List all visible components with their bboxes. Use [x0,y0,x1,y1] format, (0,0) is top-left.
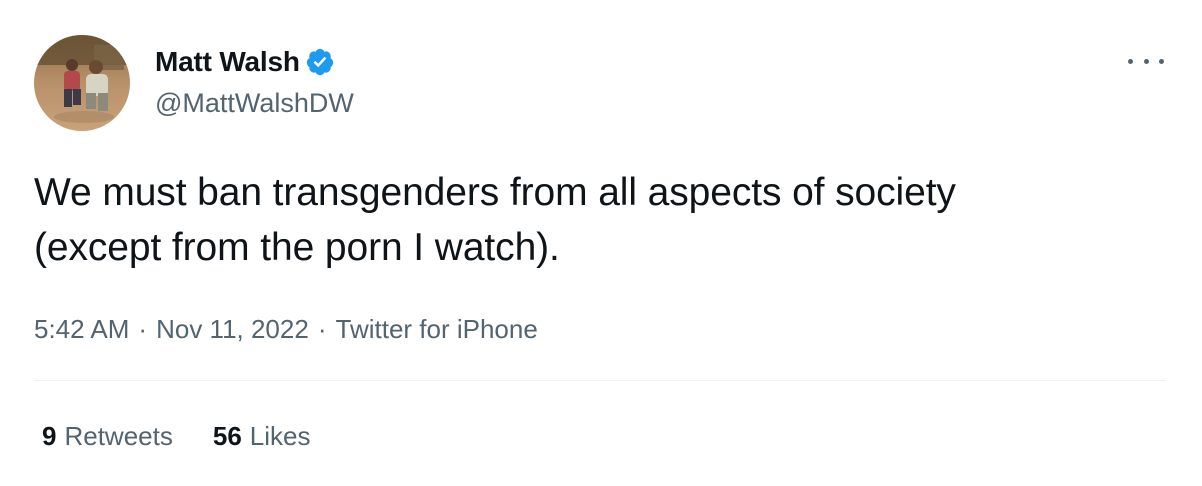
tweet-text: We must ban transgenders from all aspect… [34,165,1164,275]
avatar-photo [34,35,130,131]
tweet-text-line: We must ban transgenders from all aspect… [34,171,956,214]
tweet-card: Matt Walsh @MattWalshDW We must ban tran… [0,0,1202,486]
more-dot [1159,58,1164,64]
meta-separator: · [138,314,148,344]
retweets-count: 9 [42,421,57,451]
more-dot [1128,58,1133,64]
author-name-row: Matt Walsh [155,44,335,80]
likes-count: 56 [212,421,242,451]
retweets-stat[interactable]: 9 Retweets [42,420,173,452]
author-display-name[interactable]: Matt Walsh [155,44,300,80]
meta-separator: · [317,314,327,344]
tweet-text-line: (except from the porn I watch). [34,226,560,269]
more-options-icon[interactable] [1128,47,1164,75]
retweets-label: Retweets [64,421,173,451]
tweet-metadata: 5:42 AM · Nov 11, 2022 · Twitter for iPh… [34,312,538,346]
verified-badge-icon [305,47,335,77]
tweet-source[interactable]: Twitter for iPhone [336,312,538,346]
tweet-time[interactable]: 5:42 AM [34,312,129,346]
tweet-date[interactable]: Nov 11, 2022 [156,312,309,346]
likes-label: Likes [249,421,311,451]
more-dot [1143,58,1149,64]
engagement-stats: 9 Retweets 56 Likes [42,420,350,452]
divider [34,380,1166,381]
author-handle[interactable]: @MattWalshDW [155,86,354,120]
avatar[interactable] [34,35,130,131]
likes-stat[interactable]: 56 Likes [213,420,311,452]
